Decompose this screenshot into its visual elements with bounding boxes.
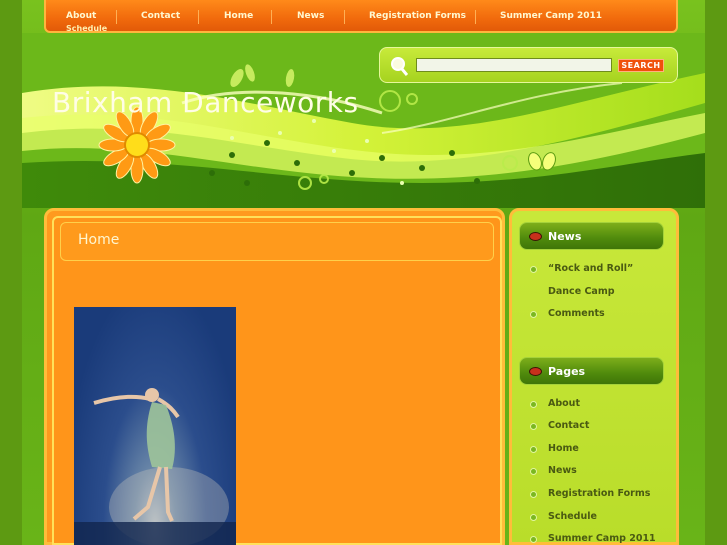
news-widget-title: News bbox=[548, 230, 582, 243]
top-navigation: About Contact Home News Registration For… bbox=[44, 0, 678, 33]
header-banner: SEARCH bbox=[22, 33, 705, 208]
search-input[interactable] bbox=[416, 58, 612, 72]
nav-summer-camp-2011[interactable]: Summer Camp 2011 bbox=[500, 11, 602, 21]
bullet-icon bbox=[530, 311, 537, 318]
bullet-icon bbox=[530, 423, 537, 430]
site-title[interactable]: Brixham Danceworks bbox=[52, 86, 359, 119]
nav-divider bbox=[198, 10, 199, 24]
post-title[interactable]: Home bbox=[78, 232, 119, 248]
nav-contact[interactable]: Contact bbox=[141, 11, 180, 21]
bullet-icon bbox=[530, 491, 537, 498]
dancer-figure bbox=[74, 388, 236, 545]
pages-widget-header: Pages bbox=[519, 357, 664, 385]
magnifier-icon bbox=[391, 57, 408, 76]
post-title-box bbox=[60, 222, 494, 261]
news-widget-header: News bbox=[519, 222, 664, 250]
nav-schedule[interactable]: Schedule bbox=[66, 24, 107, 33]
bullet-icon bbox=[530, 536, 537, 543]
ladybug-icon bbox=[529, 367, 542, 376]
dancer-photo bbox=[74, 307, 236, 545]
search-bar: SEARCH bbox=[379, 47, 678, 83]
nav-about[interactable]: About bbox=[66, 11, 96, 21]
bullet-icon bbox=[530, 446, 537, 453]
ladybug-icon bbox=[529, 232, 542, 241]
nav-registration-forms[interactable]: Registration Forms bbox=[369, 11, 466, 21]
nav-news[interactable]: News bbox=[297, 11, 324, 21]
search-button[interactable]: SEARCH bbox=[618, 59, 664, 72]
bullet-icon bbox=[530, 401, 537, 408]
nav-divider bbox=[344, 10, 345, 24]
bullet-icon bbox=[530, 468, 537, 475]
nav-divider bbox=[271, 10, 272, 24]
nav-home[interactable]: Home bbox=[224, 11, 253, 21]
bullet-icon bbox=[530, 266, 537, 273]
bullet-icon bbox=[530, 514, 537, 521]
pages-widget-title: Pages bbox=[548, 365, 586, 378]
nav-divider bbox=[475, 10, 476, 24]
nav-divider bbox=[116, 10, 117, 24]
